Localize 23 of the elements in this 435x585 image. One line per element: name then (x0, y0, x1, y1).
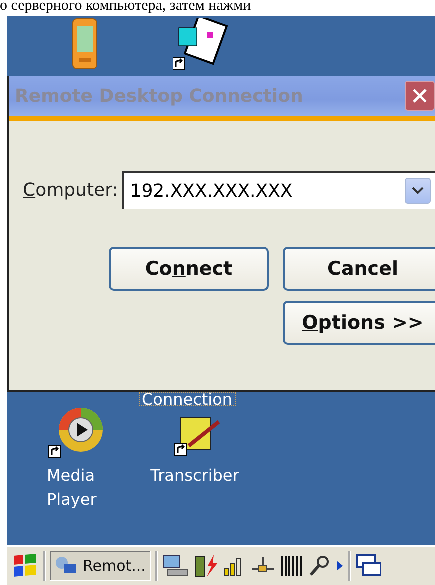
desktop-windows-icon[interactable] (354, 553, 381, 579)
computer-label: Computer: (23, 180, 118, 200)
options-button[interactable]: Options >> (283, 301, 435, 345)
battery-charging-icon[interactable] (194, 553, 220, 579)
remote-desktop-icon (55, 556, 77, 576)
icon-label: Media Player (47, 465, 98, 511)
close-button[interactable] (405, 81, 435, 111)
computer-combo-box[interactable]: 192.XXX.XXX.XXX (122, 171, 435, 209)
handheld-device-icon[interactable] (72, 18, 98, 70)
icon-label: Connection (139, 392, 236, 406)
connect-button[interactable]: Connect (109, 247, 269, 291)
task-button[interactable]: Remot... (50, 551, 151, 581)
close-icon (412, 88, 428, 104)
arrow-right-icon[interactable] (336, 560, 344, 572)
chevron-down-icon (412, 187, 424, 195)
dropdown-button[interactable] (405, 178, 431, 204)
icon-label: Transcriber (150, 465, 240, 487)
barcode-icon[interactable] (280, 554, 304, 578)
start-flag-icon[interactable] (11, 552, 39, 580)
network-computer-icon[interactable] (162, 554, 190, 578)
cancel-button[interactable]: Cancel (283, 247, 435, 291)
document-text-line: о серверного компьютера, затем нажми (0, 0, 252, 16)
window-title: Remote Desktop Connection (14, 86, 304, 106)
